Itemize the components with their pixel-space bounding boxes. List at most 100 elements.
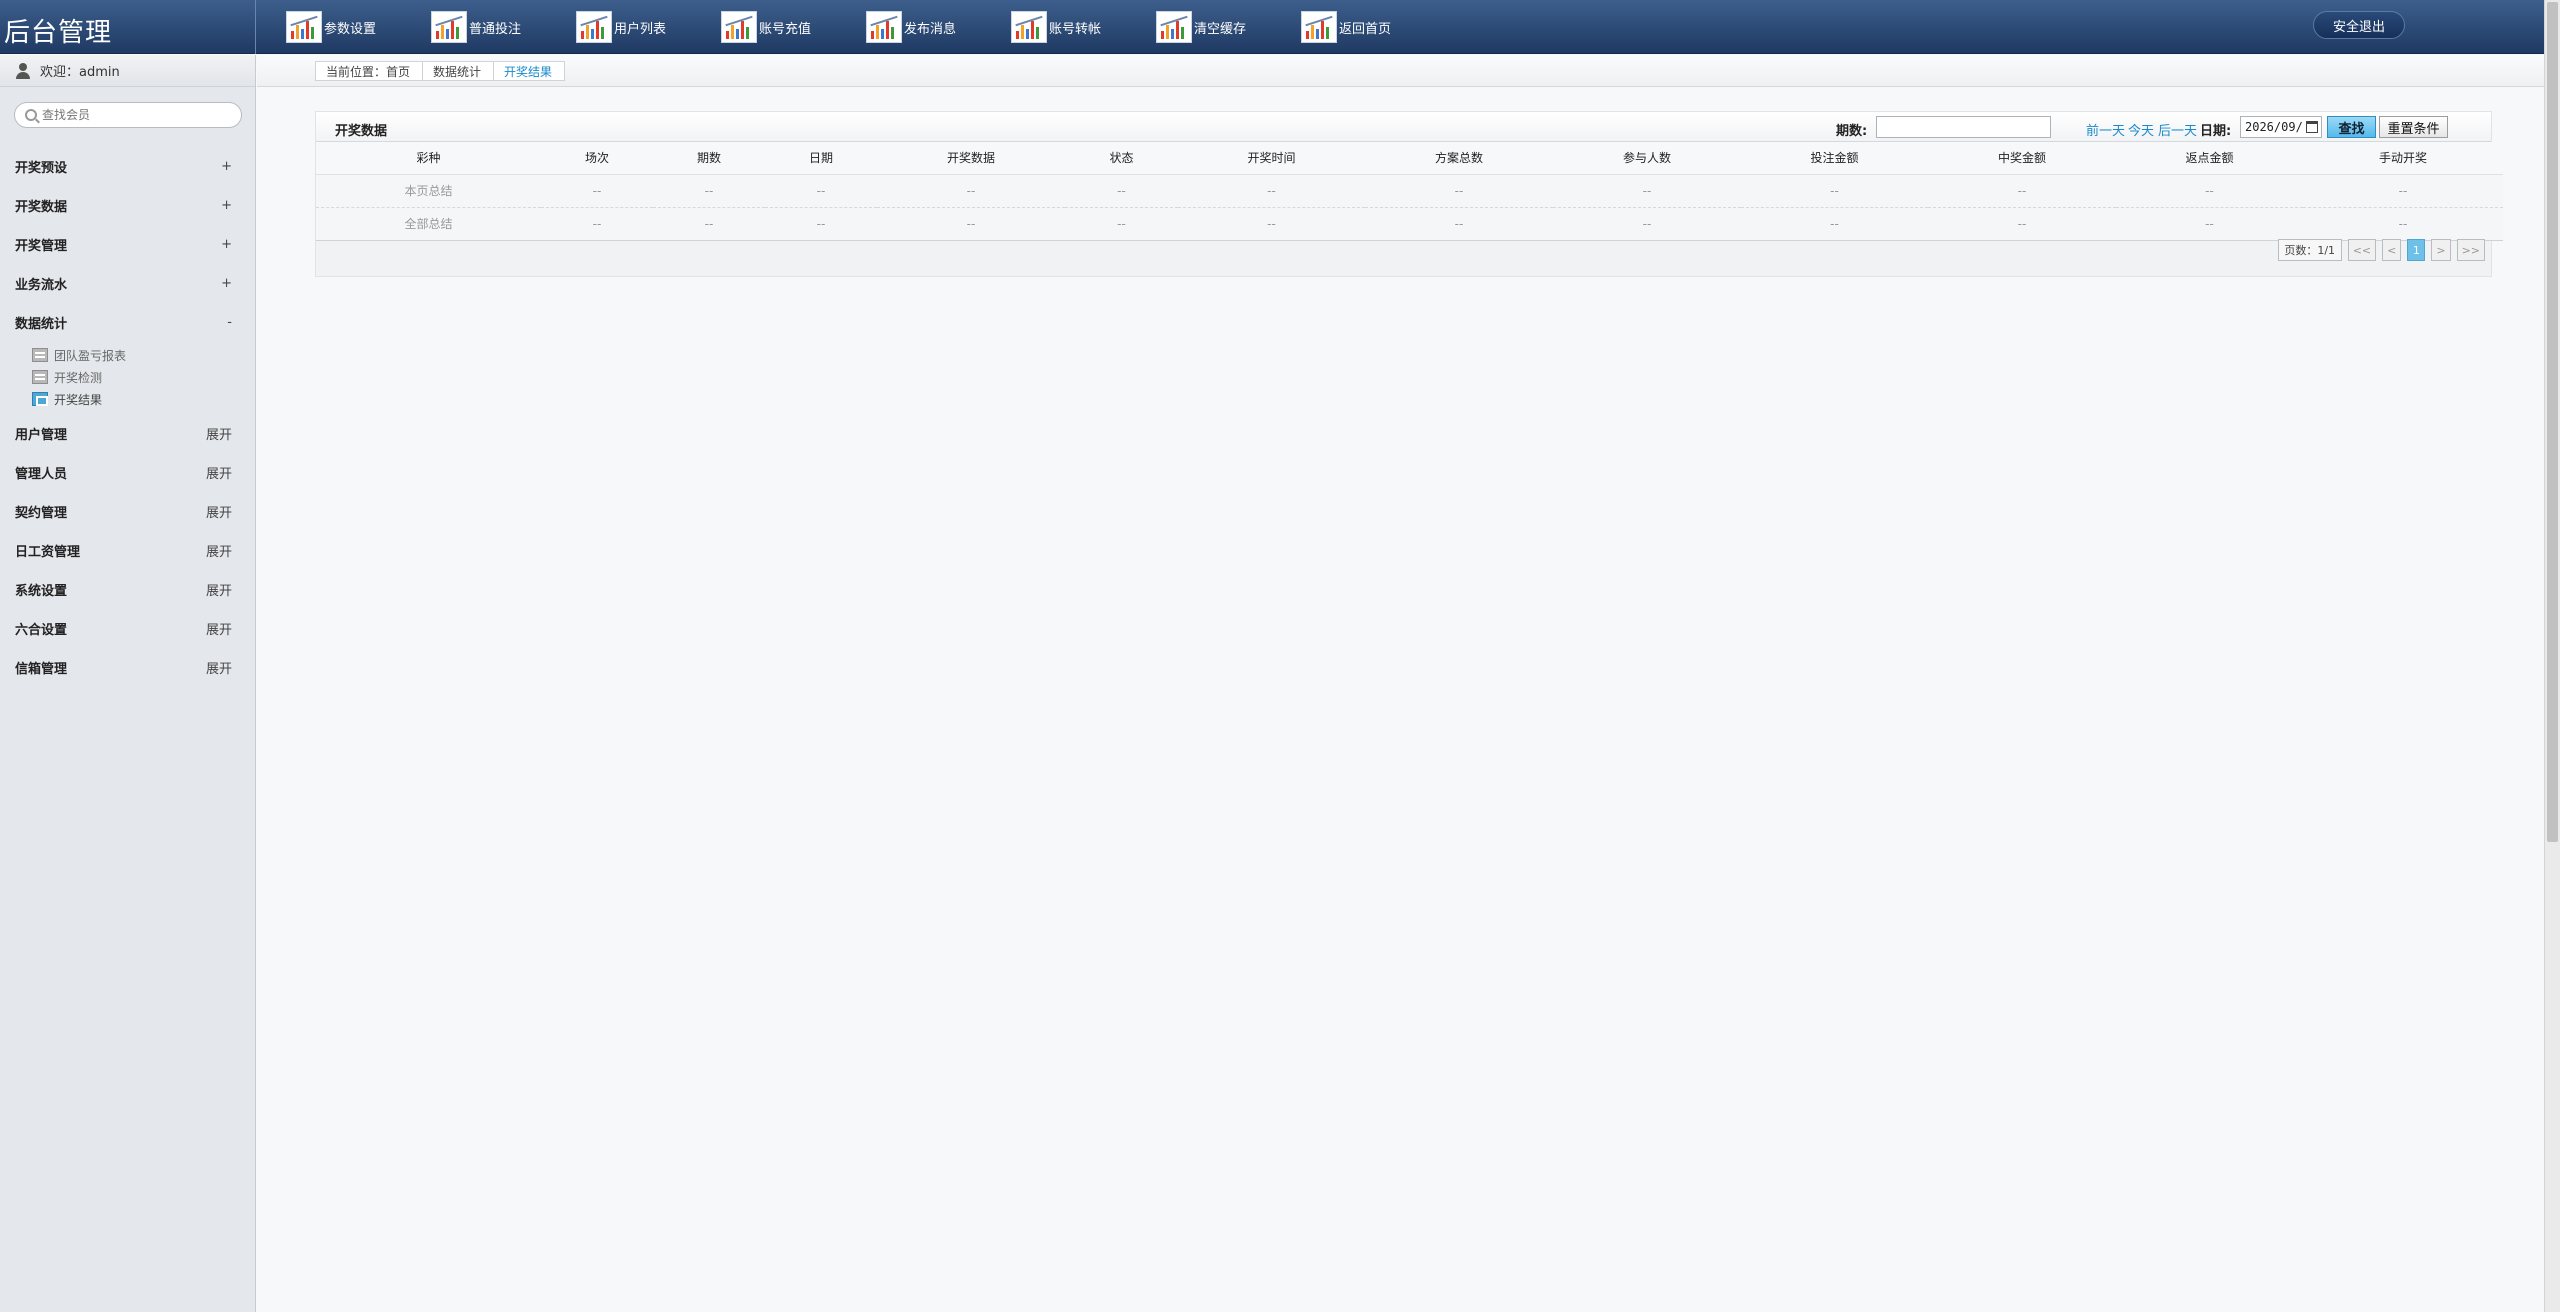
topnav-label: 清空缓存 [1194, 21, 1247, 37]
sidebar-item-admins[interactable]: 管理人员 展开 [0, 453, 256, 492]
expand-toggle[interactable]: 展开 [206, 502, 232, 521]
topnav-users[interactable]: 用户列表 [576, 10, 721, 44]
prev-page-button[interactable]: < [2382, 239, 2402, 261]
logout-button[interactable]: 安全退出 [2313, 11, 2405, 39]
table-row: 全部总结 -- -- -- -- -- -- -- -- -- -- -- -- [316, 207, 2503, 241]
member-search-input[interactable] [42, 108, 232, 122]
topnav-betting[interactable]: 普通投注 [431, 10, 576, 44]
top-nav: 参数设置 普通投注 用户列表 账号充值 发布消息 账号转帐 清空缓存 返回首页 [286, 10, 1446, 44]
search-button[interactable]: 查找 [2327, 116, 2376, 138]
issue-input[interactable] [1876, 116, 2051, 138]
sidebar-item-draw-data[interactable]: 开奖数据 + [0, 186, 256, 225]
breadcrumb-home[interactable]: 当前位置：首页 [315, 61, 424, 81]
table-cell: -- [1065, 174, 1178, 208]
sidebar-item-statistics[interactable]: 数据统计 - [0, 303, 256, 342]
table-cell: -- [877, 174, 1065, 208]
table-cell: -- [541, 174, 653, 208]
column-header: 彩种 [316, 142, 541, 175]
expand-toggle[interactable]: 展开 [206, 580, 232, 599]
sidebar-item-mailbox[interactable]: 信箱管理 展开 [0, 648, 256, 687]
table-cell: 全部总结 [316, 207, 541, 241]
table-cell: -- [877, 207, 1065, 241]
table-cell: -- [1553, 174, 1741, 208]
sidebar: 欢迎：admin 开奖预设 + 开奖数据 + 开奖管理 + 业务流水 + 数据统计 - 团… [0, 55, 256, 1312]
today-link[interactable]: 今天 [2128, 120, 2154, 139]
sidebar-item-contracts[interactable]: 契约管理 展开 [0, 492, 256, 531]
sidebar-item-draw-manage[interactable]: 开奖管理 + [0, 225, 256, 264]
next-page-button[interactable]: > [2431, 239, 2451, 261]
scrollbar-thumb[interactable] [2547, 2, 2558, 842]
date-field[interactable]: 2026/09/ [2240, 116, 2322, 138]
topnav-clear-cache[interactable]: 清空缓存 [1156, 10, 1301, 44]
column-header: 投注金额 [1741, 142, 1928, 175]
table-cell: -- [653, 174, 765, 208]
sidebar-item-label: 六合设置 [15, 623, 68, 638]
submenu-label: 开奖检测 [54, 370, 103, 385]
topnav-label: 账号转帐 [1049, 21, 1102, 37]
sidebar-item-label: 系统设置 [15, 584, 68, 599]
column-header: 日期 [765, 142, 877, 175]
sidebar-item-daily-wage[interactable]: 日工资管理 展开 [0, 531, 256, 570]
table-cell: -- [1365, 174, 1553, 208]
table-cell: -- [653, 207, 765, 241]
topnav-messages[interactable]: 发布消息 [866, 10, 1011, 44]
topnav-transfer[interactable]: 账号转帐 [1011, 10, 1156, 44]
submenu-label: 开奖结果 [54, 392, 103, 407]
breadcrumb: 当前位置：首页 数据统计 开奖结果 [315, 61, 566, 81]
expand-toggle[interactable]: 展开 [206, 541, 232, 560]
sidebar-item-user-manage[interactable]: 用户管理 展开 [0, 414, 256, 453]
column-header: 参与人数 [1553, 142, 1741, 175]
sidebar-item-transactions[interactable]: 业务流水 + [0, 264, 256, 303]
submenu-team-report[interactable]: 团队盈亏报表 [0, 344, 256, 366]
breadcrumb-current: 开奖结果 [493, 61, 566, 81]
topnav-params[interactable]: 参数设置 [286, 10, 431, 44]
top-bar: 后台管理 参数设置 普通投注 用户列表 账号充值 发布消息 账号转帐 清空缓存 … [0, 0, 2560, 54]
table-cell: -- [1741, 174, 1928, 208]
last-page-button[interactable]: >> [2456, 239, 2485, 261]
member-search [14, 102, 242, 128]
expand-toggle[interactable]: + [221, 159, 232, 174]
collapse-toggle[interactable]: - [227, 315, 232, 330]
sidebar-item-liuhe-settings[interactable]: 六合设置 展开 [0, 609, 256, 648]
current-page-button[interactable]: 1 [2407, 239, 2426, 261]
sidebar-item-draw-preset[interactable]: 开奖预设 + [0, 147, 256, 186]
expand-toggle[interactable]: 展开 [206, 619, 232, 638]
topnav-label: 普通投注 [469, 21, 522, 37]
submenu-draw-check[interactable]: 开奖检测 [0, 366, 256, 388]
sidebar-item-system-settings[interactable]: 系统设置 展开 [0, 570, 256, 609]
column-header: 开奖数据 [877, 142, 1065, 175]
chart-icon [1156, 11, 1192, 43]
welcome-bar: 欢迎：admin [0, 55, 255, 87]
topnav-recharge[interactable]: 账号充值 [721, 10, 866, 44]
page-info: 页数：1/1 [2277, 239, 2342, 261]
expand-toggle[interactable]: + [221, 276, 232, 291]
prev-day-link[interactable]: 前一天 [2086, 120, 2125, 139]
date-label: 日期: [2200, 124, 2232, 139]
expand-toggle[interactable]: + [221, 237, 232, 252]
next-day-link[interactable]: 后一天 [2158, 120, 2197, 139]
expand-toggle[interactable]: 展开 [206, 463, 232, 482]
expand-toggle[interactable]: 展开 [206, 658, 232, 677]
table-cell: -- [1741, 207, 1928, 241]
table-cell: -- [541, 207, 653, 241]
expand-toggle[interactable]: + [221, 198, 232, 213]
page-scrollbar[interactable] [2544, 0, 2560, 1312]
table-cell: -- [2116, 207, 2303, 241]
table-cell: -- [765, 174, 877, 208]
chart-icon [286, 11, 322, 43]
table-cell: -- [2116, 174, 2303, 208]
column-header: 状态 [1065, 142, 1178, 175]
topnav-label: 用户列表 [614, 21, 667, 37]
reset-conditions-button[interactable]: 重置条件 [2379, 116, 2448, 138]
expand-toggle[interactable]: 展开 [206, 424, 232, 443]
topnav-home[interactable]: 返回首页 [1301, 10, 1446, 44]
app-title: 后台管理 [4, 18, 113, 48]
topnav-label: 账号充值 [759, 21, 812, 37]
chart-icon [866, 11, 902, 43]
breadcrumb-section[interactable]: 数据统计 [422, 61, 495, 81]
submenu-draw-results[interactable]: 开奖结果 [0, 388, 256, 410]
chart-icon [721, 11, 757, 43]
first-page-button[interactable]: << [2347, 239, 2377, 261]
calendar-icon[interactable] [2306, 121, 2318, 133]
column-header: 期数 [653, 142, 765, 175]
